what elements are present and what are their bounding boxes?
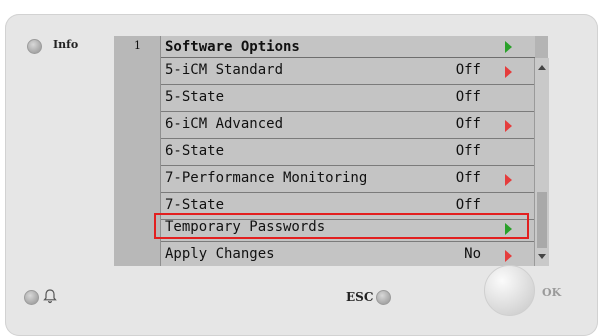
arrow-right-icon — [505, 250, 512, 262]
selection-highlight — [154, 213, 529, 239]
scrollbar[interactable] — [534, 58, 549, 266]
menu-number: 1 — [134, 39, 141, 52]
header-arrow-right-icon — [505, 41, 512, 53]
alarm-led-icon[interactable] — [24, 290, 39, 305]
scroll-up-icon[interactable] — [538, 65, 546, 70]
row-label: Apply Changes — [165, 246, 275, 262]
info-label: Info — [53, 38, 79, 51]
menu-header[interactable]: Software Options — [161, 36, 535, 57]
row-value: Off — [455, 197, 481, 213]
menu-row-5-icm-standard[interactable]: 5-iCM Standard Off — [161, 58, 535, 84]
menu-row-apply-changes[interactable]: Apply Changes No — [161, 242, 535, 268]
menu-row-7-performance-monitoring[interactable]: 7-Performance Monitoring Off — [161, 166, 535, 192]
arrow-right-icon — [505, 66, 512, 78]
esc-label: ESC — [346, 290, 374, 304]
row-label: 6-State — [165, 143, 225, 159]
bell-icon[interactable] — [42, 288, 58, 304]
row-label: 7-Performance Monitoring — [165, 170, 368, 186]
row-value: Off — [455, 116, 481, 132]
menu-row-6-icm-advanced[interactable]: 6-iCM Advanced Off — [161, 112, 535, 138]
arrow-right-icon — [505, 120, 512, 132]
esc-button[interactable] — [376, 290, 391, 305]
row-value: No — [464, 246, 481, 262]
menu-row-5-state[interactable]: 5-State Off — [161, 85, 535, 111]
row-label: 5-iCM Standard — [165, 62, 284, 78]
menu-row-6-state[interactable]: 6-State Off — [161, 139, 535, 165]
row-label: 7-State — [165, 197, 225, 213]
arrow-right-icon — [505, 174, 512, 186]
ok-button[interactable] — [484, 265, 535, 316]
row-value: Off — [455, 170, 481, 186]
row-label: 6-iCM Advanced — [165, 116, 284, 132]
row-label: 5-State — [165, 89, 225, 105]
scroll-down-icon[interactable] — [538, 254, 546, 259]
row-value: Off — [455, 62, 481, 78]
menu-header-title: Software Options — [165, 39, 300, 55]
row-value: Off — [455, 89, 481, 105]
row-value: Off — [455, 143, 481, 159]
ok-label: OK — [542, 286, 562, 299]
info-led-icon[interactable] — [27, 39, 42, 54]
scrollbar-thumb[interactable] — [537, 192, 547, 248]
